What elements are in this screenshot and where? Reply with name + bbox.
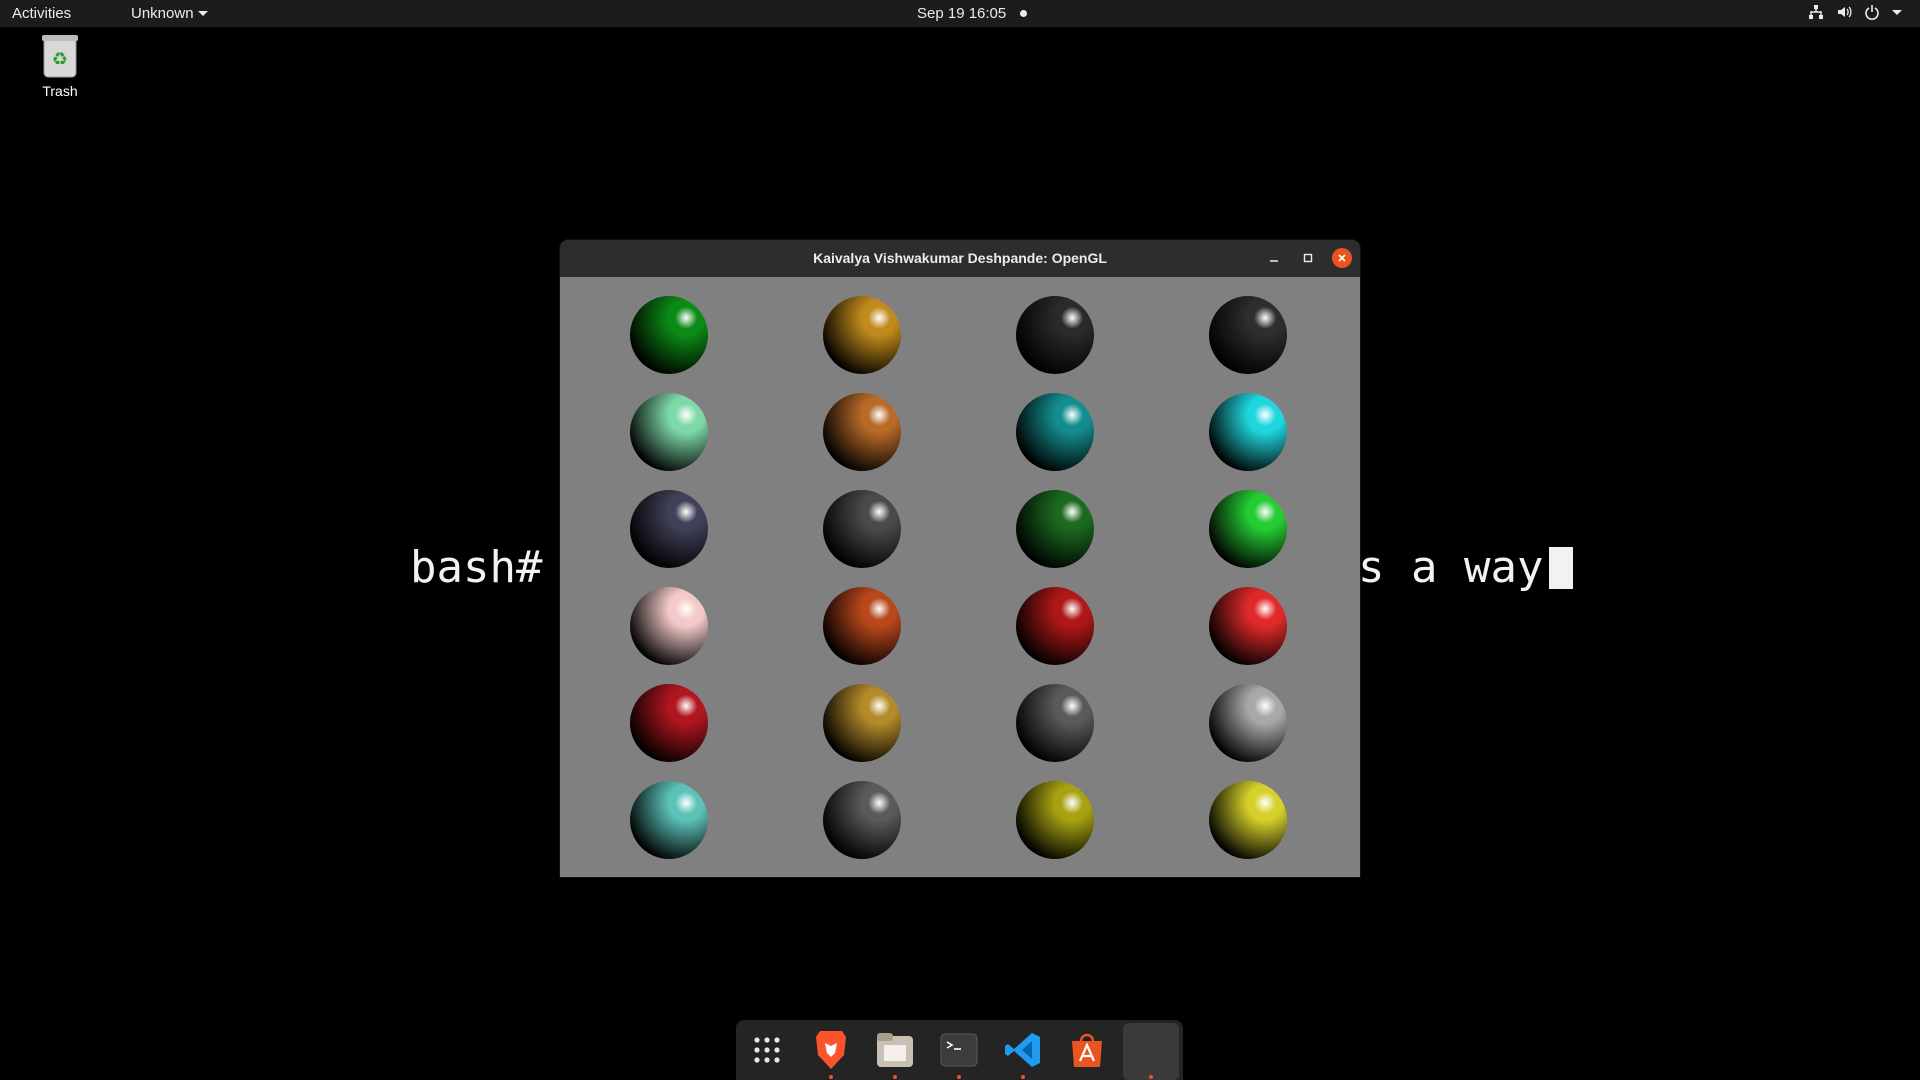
sphere-r3-c4: [1209, 490, 1287, 568]
files-launcher[interactable]: [872, 1027, 918, 1079]
software-center-launcher[interactable]: [1064, 1027, 1110, 1073]
trash-desktop-icon[interactable]: ♻ Trash: [34, 33, 86, 99]
opengl-app-launcher[interactable]: [1123, 1023, 1179, 1080]
vscode-launcher[interactable]: [1000, 1027, 1046, 1079]
sphere-r3-c2: [823, 490, 901, 568]
software-center-icon: [1072, 1033, 1102, 1067]
terminal-prompt: bash#: [410, 542, 543, 593]
app-menu-label: Unknown: [131, 5, 194, 22]
sphere-r1-c1: [630, 296, 708, 374]
sphere-r5-c1: [630, 684, 708, 762]
brave-browser-icon: [816, 1031, 846, 1069]
clock-button[interactable]: Sep 19 16:05: [917, 5, 1028, 22]
top-bar: Activities Unknown Sep 19 16:05: [0, 0, 1920, 27]
sphere-r2-c3: [1016, 393, 1094, 471]
files-icon: [877, 1033, 913, 1067]
sphere-r4-c3: [1016, 587, 1094, 665]
sphere-r1-c2: [823, 296, 901, 374]
sphere-r4-c1: [630, 587, 708, 665]
running-indicator: [957, 1075, 961, 1079]
sphere-r1-c3: [1016, 296, 1094, 374]
sphere-r5-c2: [823, 684, 901, 762]
minimize-icon: [1270, 260, 1278, 262]
opengl-canvas[interactable]: [560, 277, 1360, 877]
sphere-r6-c3: [1016, 781, 1094, 859]
sphere-r2-c1: [630, 393, 708, 471]
sphere-r6-c4: [1209, 781, 1287, 859]
dock: [736, 1020, 1183, 1080]
terminal-typed-text: s a way: [1358, 542, 1544, 593]
svg-text:♻: ♻: [52, 49, 68, 70]
power-icon: [1865, 5, 1879, 20]
show-apps-button[interactable]: [744, 1027, 790, 1073]
sphere-r2-c2: [823, 393, 901, 471]
trash-label: Trash: [42, 83, 78, 99]
close-icon: [1338, 254, 1346, 262]
sphere-r3-c1: [630, 490, 708, 568]
app-menu[interactable]: Unknown: [131, 5, 208, 22]
show-apps-icon: [754, 1037, 780, 1063]
running-indicator: [1149, 1075, 1153, 1079]
clock-label: Sep 19 16:05: [917, 5, 1007, 22]
sphere-r5-c3: [1016, 684, 1094, 762]
chevron-down-icon: [197, 11, 208, 16]
maximize-icon: [1303, 253, 1313, 263]
running-indicator: [893, 1075, 897, 1079]
sphere-r2-c4: [1209, 393, 1287, 471]
opengl-window[interactable]: Kaivalya Vishwakumar Deshpande: OpenGL: [560, 240, 1360, 877]
terminal-launcher[interactable]: [936, 1027, 982, 1079]
sphere-r4-c4: [1209, 587, 1287, 665]
terminal-cursor: [1549, 547, 1574, 589]
maximize-button[interactable]: [1298, 248, 1318, 268]
chevron-down-icon: [1892, 9, 1902, 15]
sphere-r5-c4: [1209, 684, 1287, 762]
minimize-button[interactable]: [1264, 248, 1284, 268]
sphere-r6-c2: [823, 781, 901, 859]
window-titlebar[interactable]: Kaivalya Vishwakumar Deshpande: OpenGL: [560, 240, 1360, 277]
terminal-text-tail: s a way: [1358, 540, 1574, 596]
sphere-r1-c4: [1209, 296, 1287, 374]
vscode-icon: [1005, 1033, 1040, 1067]
system-tray[interactable]: [1808, 4, 1902, 20]
sphere-r6-c1: [630, 781, 708, 859]
terminal-icon: [940, 1033, 978, 1067]
running-indicator: [829, 1075, 833, 1079]
volume-icon: [1838, 6, 1852, 18]
running-indicator: [1021, 1075, 1025, 1079]
trash-icon: ♻: [42, 33, 78, 79]
sphere-r4-c2: [823, 587, 901, 665]
brave-browser-launcher[interactable]: [808, 1027, 854, 1079]
network-icon: [1809, 5, 1823, 19]
activities-button[interactable]: Activities: [12, 5, 71, 22]
close-button[interactable]: [1332, 248, 1352, 268]
sphere-r3-c3: [1016, 490, 1094, 568]
window-title: Kaivalya Vishwakumar Deshpande: OpenGL: [813, 250, 1107, 266]
notification-dot-icon: [1020, 10, 1028, 17]
